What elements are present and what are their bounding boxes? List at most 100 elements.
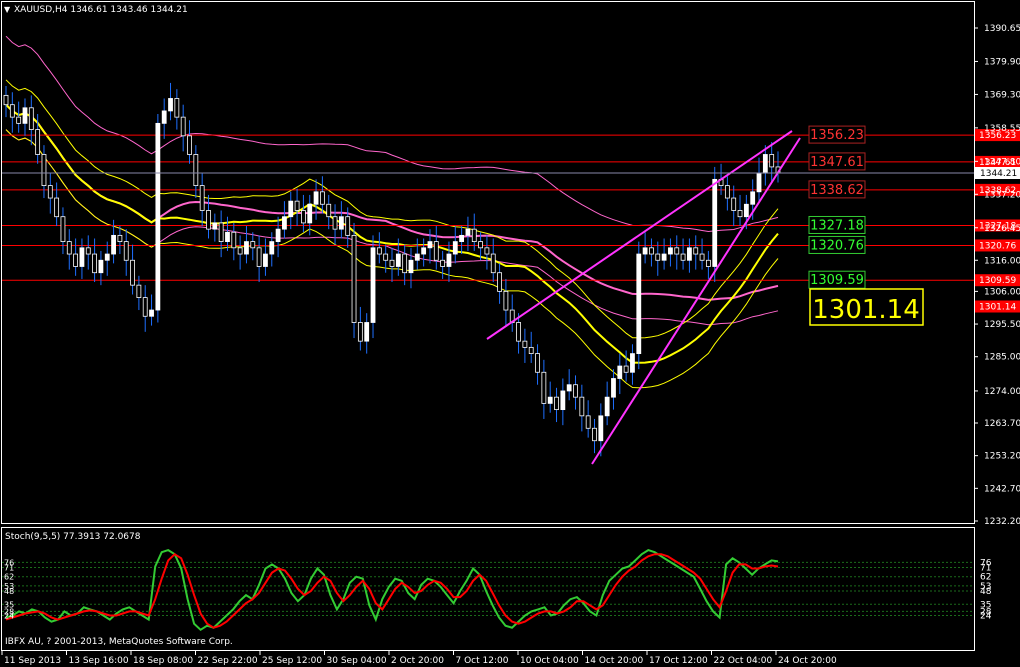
- candle-body: [104, 253, 110, 261]
- candle-body: [98, 259, 104, 274]
- candle-body: [554, 396, 559, 411]
- stoch-left-tick-label: 48: [4, 587, 14, 596]
- candle-body: [149, 309, 154, 317]
- candle-body: [66, 241, 72, 255]
- candle-body: [490, 253, 496, 274]
- dropdown-arrow-icon[interactable]: ▼: [4, 5, 11, 14]
- candle-body: [301, 210, 306, 224]
- candle-body: [712, 178, 718, 267]
- candle-body: [168, 98, 173, 112]
- candle-body: [193, 154, 199, 186]
- stoch-tick-label: 48: [980, 587, 992, 597]
- candle-body: [117, 234, 123, 242]
- candle-body: [465, 228, 471, 236]
- price-tick-label: 1253.20: [984, 452, 1020, 462]
- candle-body: [313, 191, 319, 205]
- candle-body: [54, 197, 60, 218]
- ma-pink-upper: [5, 35, 779, 233]
- candle-body: [174, 98, 180, 118]
- copyright-text: IBFX AU, ? 2001-2013, MetaQuotes Softwar…: [5, 637, 233, 647]
- stoch-left-tick-label: 62: [4, 573, 14, 582]
- candle-body: [592, 427, 597, 442]
- price-tick-label: 1316.00: [984, 256, 1020, 266]
- candle-body: [357, 322, 363, 342]
- candle-body: [389, 259, 395, 267]
- price-tick-label: 1285.00: [984, 353, 1020, 363]
- stoch-panel-frame: [1, 527, 975, 651]
- candle-body: [231, 231, 237, 249]
- time-tick-label: 25 Sep 12:00: [262, 656, 322, 666]
- candle-body: [345, 216, 351, 236]
- candle-body: [433, 241, 439, 261]
- candle-body: [756, 172, 762, 193]
- candle-body: [111, 234, 116, 255]
- price-tick-label: 1232.20: [984, 517, 1020, 527]
- candle-body: [282, 216, 287, 230]
- candle-body: [541, 371, 547, 404]
- stoch-left-tick-label: 71: [4, 564, 14, 573]
- price-tick-label: 1306.00: [984, 287, 1020, 297]
- stoch-level-grid: [2, 561, 974, 616]
- price-tick-label: 1358.55: [984, 124, 1020, 134]
- price-tick-label: 1369.30: [984, 90, 1020, 100]
- candle-body: [364, 322, 370, 342]
- candle-body: [547, 396, 553, 404]
- candle-body: [743, 203, 749, 218]
- candle-body: [338, 216, 344, 230]
- channel-lower-line: [591, 137, 801, 465]
- time-tick-label: 17 Oct 12:00: [649, 656, 708, 666]
- candle-body: [522, 340, 528, 348]
- candlestick-series: [3, 82, 781, 457]
- candle-body: [16, 116, 22, 124]
- candle-body: [142, 297, 148, 317]
- candle-body: [421, 247, 427, 255]
- level-labels: 1356.23 1347.61 1338.62 1327.18 1320.76 1309.…: [808, 125, 1020, 313]
- big-price-text: 1301.14: [812, 295, 920, 325]
- candle-body: [332, 216, 338, 230]
- candle-body: [750, 191, 756, 205]
- candle-body: [630, 353, 635, 373]
- candle-body: [687, 247, 692, 261]
- candle-body: [731, 197, 737, 211]
- candle-body: [269, 241, 275, 255]
- candle-body: [237, 247, 243, 255]
- candle-body: [35, 129, 41, 155]
- main-panel-frame: [1, 1, 975, 524]
- time-tick-label: 13 Sep 16:00: [69, 656, 129, 666]
- current-price-text: 1344.21: [980, 169, 1017, 179]
- price-tick-label: 1347.80: [984, 157, 1020, 167]
- candle-body: [136, 284, 142, 299]
- candle-body: [699, 253, 705, 261]
- candle-body: [573, 384, 578, 398]
- axis-level-tag-text: 1320.76: [979, 241, 1016, 251]
- candle-body: [28, 107, 34, 130]
- candle-body: [294, 200, 300, 211]
- time-tick-label: 30 Sep 04:00: [327, 656, 387, 666]
- level-label-text: 1320.76: [810, 238, 864, 253]
- candle-body: [319, 191, 325, 205]
- candle-body: [636, 253, 642, 355]
- moving-averages: [5, 35, 779, 389]
- candle-body: [623, 365, 629, 373]
- candle-body: [155, 122, 161, 311]
- level-label-text: 1356.23: [810, 128, 864, 143]
- candle-body: [123, 241, 129, 261]
- candle-body: [288, 200, 294, 218]
- level-label-text: 1347.61: [810, 155, 864, 170]
- candle-body: [225, 231, 230, 242]
- time-tick-label: 14 Oct 20:00: [585, 656, 644, 666]
- candle-body: [60, 216, 66, 242]
- candle-body: [642, 247, 648, 255]
- chart-canvas: 1356.23 1347.61 1338.62 1327.18 1320.76 1309.…: [1, 1, 1020, 666]
- candle-body: [263, 253, 268, 267]
- candle-body: [440, 259, 446, 267]
- candle-body: [446, 253, 452, 267]
- candle-body: [212, 222, 218, 230]
- candle-body: [598, 415, 604, 442]
- candle-body: [351, 234, 357, 323]
- candle-body: [452, 241, 458, 255]
- candle-body: [256, 247, 262, 267]
- price-tick-label: 1274.00: [984, 387, 1020, 397]
- candle-body: [478, 241, 483, 249]
- time-tick-label: 7 Oct 12:00: [456, 656, 509, 666]
